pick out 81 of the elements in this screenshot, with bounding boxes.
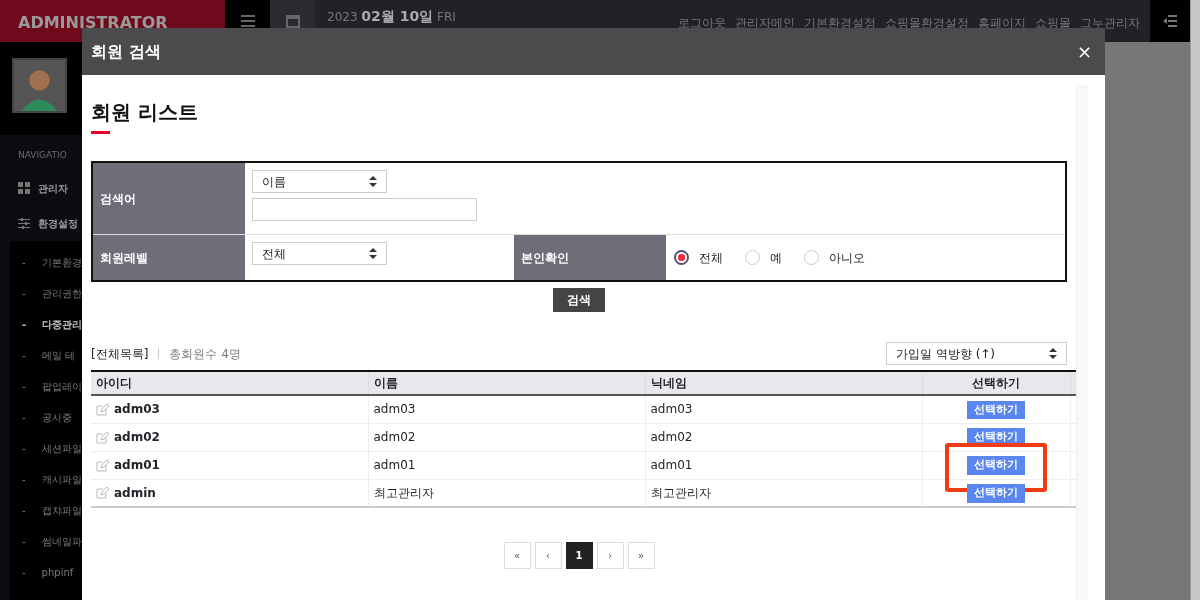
bullet-marker: - (22, 348, 26, 363)
table-cell: adm02 (645, 423, 922, 451)
date-text: 2023 02월 10일 FRI (326, 7, 457, 26)
edit-icon[interactable] (96, 431, 109, 444)
bullet-marker: - (22, 379, 26, 394)
radio-label[interactable]: 아니오 (829, 248, 865, 267)
column-header: 이름 (368, 371, 645, 395)
page-button[interactable]: ‹ (534, 542, 562, 569)
page-button[interactable]: « (503, 542, 531, 569)
edit-icon[interactable] (96, 459, 109, 472)
table-cell: 최고관리자 (368, 479, 645, 507)
radio-label[interactable]: 전체 (699, 248, 723, 267)
submenu-item[interactable]: phpinf (41, 564, 74, 580)
submenu-item[interactable]: 캡챠파일 (41, 502, 82, 518)
search-input[interactable] (252, 198, 477, 221)
table-cell: adm02 (368, 423, 645, 451)
bullet-marker: - (22, 441, 26, 456)
radio-button[interactable] (674, 250, 689, 265)
dropdown-arrows-icon (369, 176, 377, 187)
column-header: 아이디 (91, 371, 368, 395)
table-cell: admin (114, 485, 156, 500)
submenu-item[interactable]: 기본환경 (41, 254, 82, 270)
table-cell: adm02 (114, 430, 160, 444)
page-button[interactable]: » (627, 542, 655, 569)
bullet-marker: - (22, 503, 26, 518)
edit-icon[interactable] (96, 487, 109, 500)
edit-icon[interactable] (96, 403, 109, 416)
list-label[interactable]: [전체목록] (91, 344, 149, 363)
field-label: 검색어 (93, 163, 245, 235)
menu-item[interactable]: 관리자 (38, 180, 68, 196)
table-cell: adm01 (114, 458, 160, 472)
table-cell: adm03 (645, 395, 922, 423)
bullet-marker: - (22, 317, 27, 332)
section-heading: 회원 리스트 (91, 99, 199, 126)
sliders-icon (18, 217, 30, 229)
submenu-item[interactable]: 팝업레이 (41, 378, 82, 394)
column-header: 선택하기 (922, 371, 1070, 395)
avatar[interactable] (12, 58, 67, 113)
table-cell: adm03 (368, 395, 645, 423)
menu-icon[interactable] (240, 15, 255, 27)
section-label: NAVIGATIO (17, 149, 68, 162)
submenu-item[interactable]: 썸네일파 (41, 533, 82, 549)
bullet-marker: - (22, 565, 26, 580)
submenu-item[interactable]: 공사중 (41, 409, 72, 425)
bullet-marker: - (22, 286, 26, 301)
submenu-item[interactable]: 세션파일 (41, 440, 82, 456)
close-button[interactable]: × (1072, 42, 1096, 61)
table-cell: adm01 (645, 451, 922, 479)
page-button[interactable]: 1 (565, 542, 593, 569)
keyword-select[interactable]: 이름 (252, 170, 387, 193)
submenu-item[interactable]: 관리권한 (41, 285, 82, 301)
radio-label[interactable]: 예 (770, 248, 782, 267)
modal-title: 회원 검색 (91, 40, 161, 63)
field-label: 회원레벨 (93, 235, 245, 280)
grid-icon (18, 182, 30, 194)
bullet-marker: - (22, 255, 26, 270)
scrollbar[interactable] (1190, 0, 1200, 600)
total-count: 총회원수 4명 (169, 345, 241, 363)
bullet-marker: - (22, 472, 26, 487)
submenu-item[interactable]: 메일 테 (41, 347, 75, 363)
field-label: 본인확인 (514, 235, 666, 280)
submenu-item[interactable]: 캐시파일 (41, 471, 82, 487)
bullet-marker: - (22, 534, 26, 549)
bullet-marker: - (22, 410, 26, 425)
dropdown-arrows-icon (1049, 348, 1057, 359)
table-cell: 최고관리자 (645, 479, 922, 507)
menu-item[interactable]: 환경설정 (38, 215, 78, 231)
table-cell: adm01 (368, 451, 645, 479)
select-value: 가입일 역방향 (↑) (896, 345, 996, 363)
column-header: 닉네임 (645, 371, 922, 395)
indent-icon[interactable] (1163, 15, 1177, 27)
level-select[interactable]: 전체 (252, 242, 387, 265)
window-icon[interactable] (285, 14, 300, 28)
select-value: 전체 (262, 245, 286, 263)
dropdown-arrows-icon (369, 248, 377, 259)
sort-select[interactable]: 가입일 역방향 (↑) (886, 342, 1067, 365)
search-button[interactable]: 검색 (553, 288, 605, 312)
table-cell: adm03 (114, 402, 160, 417)
select-value: 이름 (262, 173, 286, 191)
submenu-item[interactable]: 다중관리 (42, 316, 83, 332)
page-button[interactable]: › (596, 542, 624, 569)
